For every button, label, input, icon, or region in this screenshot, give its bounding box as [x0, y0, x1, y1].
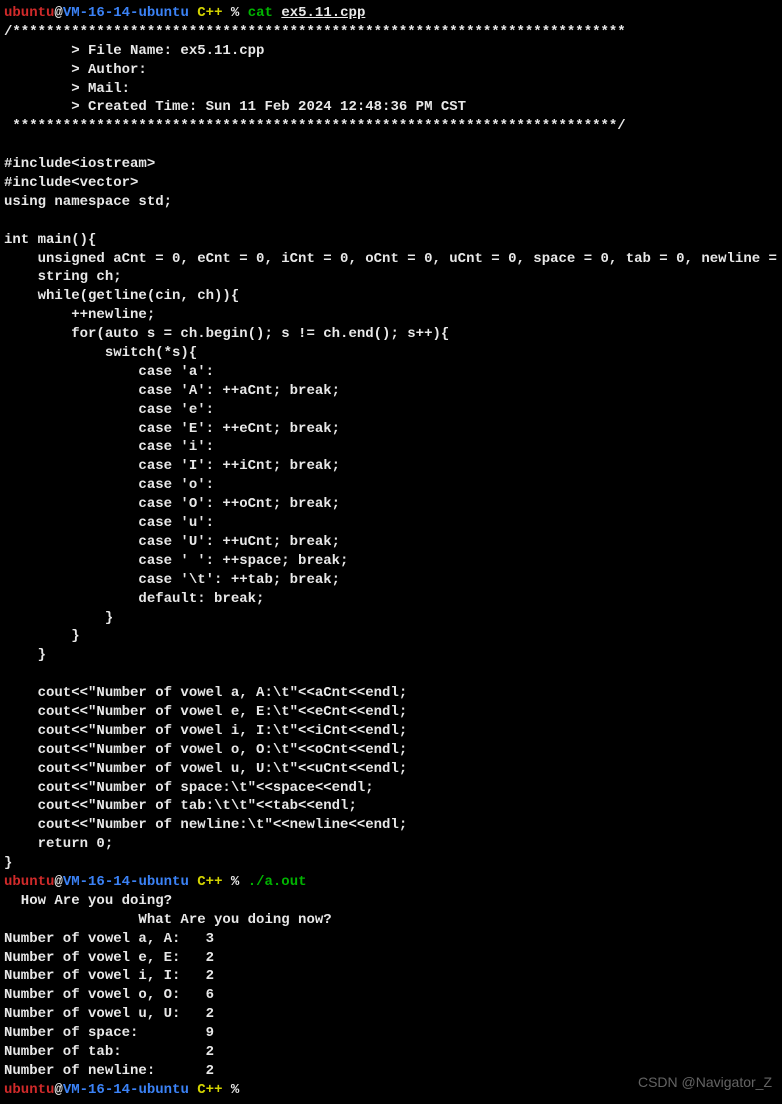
prompt-pct: % — [231, 5, 239, 21]
prompt-host: VM-16-14-ubuntu — [63, 1082, 189, 1098]
prompt-pct: % — [231, 1082, 239, 1098]
prompt-at: @ — [54, 5, 62, 21]
watermark-text: CSDN @Navigator_Z — [638, 1073, 772, 1092]
prompt-host: VM-16-14-ubuntu — [63, 5, 189, 21]
command-arg-file: ex5.11.cpp — [281, 5, 365, 21]
prompt-line-3: ubuntu@VM-16-14-ubuntu C++ % — [4, 1082, 248, 1098]
prompt-user: ubuntu — [4, 1082, 54, 1098]
prompt-host: VM-16-14-ubuntu — [63, 874, 189, 890]
prompt-line-1: ubuntu@VM-16-14-ubuntu C++ % cat ex5.11.… — [4, 5, 365, 21]
source-code-block: /***************************************… — [4, 24, 782, 871]
terminal[interactable]: ubuntu@VM-16-14-ubuntu C++ % cat ex5.11.… — [0, 0, 782, 1102]
prompt-user: ubuntu — [4, 874, 54, 890]
command-cat: cat — [248, 5, 273, 21]
prompt-line-2: ubuntu@VM-16-14-ubuntu C++ % ./a.out — [4, 874, 307, 890]
prompt-dir: C++ — [197, 1082, 222, 1098]
command-run: ./a.out — [248, 874, 307, 890]
prompt-at: @ — [54, 1082, 62, 1098]
program-output: How Are you doing? What Are you doing no… — [4, 893, 332, 1079]
prompt-at: @ — [54, 874, 62, 890]
prompt-user: ubuntu — [4, 5, 54, 21]
prompt-pct: % — [231, 874, 239, 890]
prompt-dir: C++ — [197, 874, 222, 890]
prompt-dir: C++ — [197, 5, 222, 21]
